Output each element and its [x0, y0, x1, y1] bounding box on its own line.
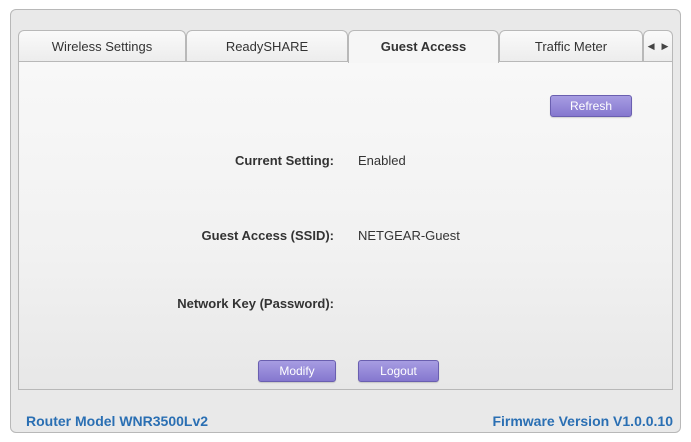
ssid-value: NETGEAR-Guest — [358, 228, 460, 243]
tab-traffic-meter[interactable]: Traffic Meter — [499, 30, 643, 62]
current-setting-label: Current Setting: — [235, 153, 334, 168]
refresh-button[interactable]: Refresh — [550, 95, 632, 117]
current-setting-value: Enabled — [358, 153, 406, 168]
tab-bar: Wireless Settings ReadySHARE Guest Acces… — [18, 30, 673, 63]
modify-button[interactable]: Modify — [258, 360, 336, 382]
password-label: Network Key (Password): — [177, 296, 334, 311]
guest-access-panel: Refresh Current Setting: Enabled Guest A… — [18, 61, 673, 390]
router-model-text: Router Model WNR3500Lv2 — [26, 413, 209, 429]
scroll-left-icon[interactable]: ◀ — [648, 41, 655, 52]
tab-guest-access[interactable]: Guest Access — [348, 30, 499, 63]
ssid-label: Guest Access (SSID): — [201, 228, 334, 243]
logout-button[interactable]: Logout — [358, 360, 439, 382]
scroll-right-icon[interactable]: ▶ — [662, 41, 669, 52]
tab-wireless-settings[interactable]: Wireless Settings — [18, 30, 186, 62]
firmware-version-text: Firmware Version V1.0.0.10 — [492, 413, 673, 429]
tab-readyshare[interactable]: ReadySHARE — [186, 30, 348, 62]
tab-scroll-controls: ◀ ▶ — [643, 30, 673, 62]
